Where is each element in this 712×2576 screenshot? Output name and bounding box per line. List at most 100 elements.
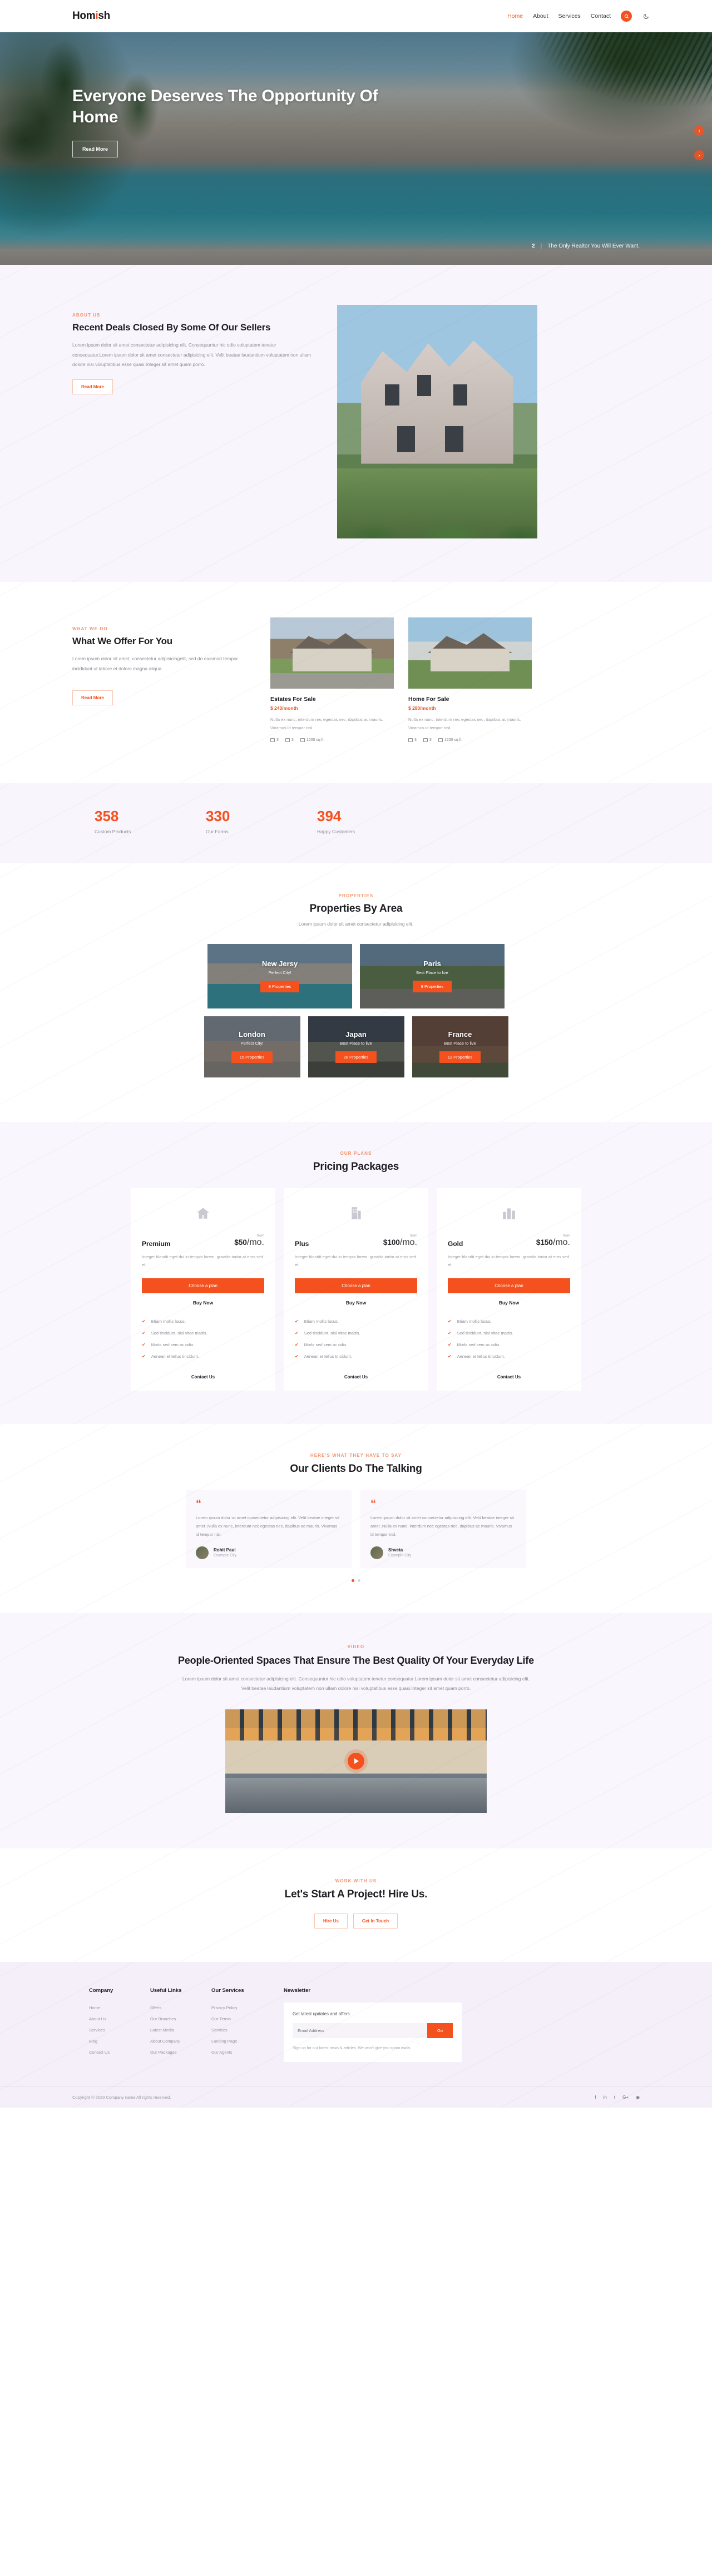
buy-now-link[interactable]: Buy Now xyxy=(193,1300,213,1306)
footer-link[interactable]: Services xyxy=(211,2025,273,2036)
area-card-japan[interactable]: Japan Best Place to live 28 Properties xyxy=(308,1016,404,1077)
area-tagline: Perfect City! xyxy=(268,970,291,975)
hero-slider: Everyone Deserves The Opportunity Of Hom… xyxy=(0,32,712,265)
main-nav: Home About Services Contact xyxy=(507,11,651,22)
logo-part-1: Hom xyxy=(72,10,96,22)
nav-item-home[interactable]: Home xyxy=(507,13,523,19)
twitter-icon[interactable]: t xyxy=(614,2095,615,2100)
buy-now-link[interactable]: Buy Now xyxy=(346,1300,366,1306)
buy-now-link[interactable]: Buy Now xyxy=(499,1300,519,1306)
footer-link[interactable]: Our Branches xyxy=(150,2014,211,2025)
logo-part-2: sh xyxy=(98,10,110,22)
property-card[interactable]: Estates For Sale $ 240/month Nulla ex nu… xyxy=(270,617,394,742)
get-in-touch-button[interactable]: Get In Touch xyxy=(353,1913,398,1929)
footer-link[interactable]: Privacy Policy xyxy=(211,2003,273,2014)
slider-next-button[interactable]: › xyxy=(694,150,704,160)
footer-link[interactable]: Blog xyxy=(89,2036,150,2047)
area-tagline: Best Place to live xyxy=(340,1041,372,1046)
plan-description: Integer blandit eget dui in tempor lorem… xyxy=(295,1254,417,1268)
hire-us-button[interactable]: Hire Us xyxy=(314,1913,348,1929)
moon-icon[interactable] xyxy=(642,12,651,21)
play-icon[interactable] xyxy=(348,1752,364,1769)
about-window xyxy=(453,384,467,406)
plan-feature-list: ✔ Etiam mollis lacus. ✔ Sed tincidunt, nis… xyxy=(295,1316,417,1362)
search-icon[interactable] xyxy=(621,11,632,22)
facebook-icon[interactable]: f xyxy=(595,2095,596,2100)
footer-link[interactable]: Offers xyxy=(150,2003,211,2014)
area-count-badge[interactable]: 12 Properties xyxy=(439,1051,481,1063)
contact-us-link[interactable]: Contact Us xyxy=(191,1374,215,1380)
contact-us-link[interactable]: Contact Us xyxy=(344,1374,368,1380)
cta-eyebrow: WORK WITH US xyxy=(335,1878,377,1883)
area-count-badge[interactable]: 15 Properties xyxy=(231,1051,273,1063)
choose-plan-button[interactable]: Choose a plan xyxy=(448,1278,570,1293)
nav-item-services[interactable]: Services xyxy=(558,13,581,19)
property-card[interactable]: Home For Sale $ 280/month Nulla ex nunc,… xyxy=(408,617,532,742)
bath-icon xyxy=(285,738,290,742)
about-read-more-button[interactable]: Read More xyxy=(72,379,113,394)
area-count-badge[interactable]: 28 Properties xyxy=(335,1051,377,1063)
about-body: Lorem ipsum dolor sit amet consectetur a… xyxy=(72,342,312,368)
plan-price: $50 xyxy=(234,1238,247,1247)
check-icon: ✔ xyxy=(448,1318,452,1324)
area-card-paris[interactable]: Paris Best Place to live 8 Properties xyxy=(360,943,505,1008)
property-image xyxy=(408,617,532,689)
site-header: Homish Home About Services Contact xyxy=(0,0,712,32)
offer-section: WHAT WE DO What We Offer For You Lorem i… xyxy=(0,582,712,783)
plan-feature: ✔ Morbi sed sem ac odio. xyxy=(295,1342,348,1347)
footer-link[interactable]: Landing Page xyxy=(211,2036,273,2047)
plan-feature: ✔ Aenean et tellus tincidunt. xyxy=(142,1353,199,1359)
nav-item-about[interactable]: About xyxy=(533,13,548,19)
offer-body: Lorem ipsum dolor sit amet, consectetur … xyxy=(72,656,238,671)
choose-plan-button[interactable]: Choose a plan xyxy=(295,1278,417,1293)
stat-item: 358 Custom Products xyxy=(95,809,206,834)
contact-us-link[interactable]: Contact Us xyxy=(497,1374,521,1380)
footer-link[interactable]: Our Agents xyxy=(211,2047,273,2058)
check-icon: ✔ xyxy=(448,1342,452,1347)
footer-link[interactable]: Contact Us xyxy=(89,2047,150,2058)
footer-link[interactable]: Latest Media xyxy=(150,2025,211,2036)
about-eyebrow: ABOUT US xyxy=(72,313,101,318)
pricing-card-gold: Gold from $150/mo. Integer blandit eget … xyxy=(437,1188,581,1391)
testimonial-quote: Lorem ipsum dolor sit amet consectetur a… xyxy=(370,1515,515,1537)
testimonial-author: Shveta xyxy=(388,1547,403,1553)
testimonial-card: “ Lorem ipsum dolor sit amet consectetur… xyxy=(360,1490,526,1568)
pagination-dot-1[interactable] xyxy=(352,1579,354,1582)
property-price: $ 240/month xyxy=(270,705,298,711)
footer-link[interactable]: About Us xyxy=(89,2014,150,2025)
newsletter-lead: Get latest updates and offers. xyxy=(293,2011,351,2016)
site-logo[interactable]: Homish xyxy=(72,10,110,22)
pricing-title: Pricing Packages xyxy=(313,1160,399,1173)
nav-item-contact[interactable]: Contact xyxy=(591,13,611,19)
footer-link[interactable]: Our Packages xyxy=(150,2047,211,2058)
footer-link[interactable]: Services xyxy=(89,2025,150,2036)
area-card-france[interactable]: France Best Place to live 12 Properties xyxy=(412,1016,508,1077)
google-plus-icon[interactable]: G+ xyxy=(622,2095,629,2100)
footer-link[interactable]: Our Terms xyxy=(211,2014,273,2025)
area-name: New Jersy xyxy=(261,960,298,968)
area-count-badge[interactable]: 8 Properties xyxy=(412,981,452,992)
check-icon: ✔ xyxy=(448,1353,452,1359)
instagram-icon[interactable]: ◉ xyxy=(636,2095,640,2100)
footer-link[interactable]: Home xyxy=(89,2003,150,2014)
area-count-badge[interactable]: 8 Properties xyxy=(260,981,300,992)
choose-plan-button[interactable]: Choose a plan xyxy=(142,1278,264,1293)
area-card-new-jersy[interactable]: New Jersy Perfect City! 8 Properties xyxy=(207,943,352,1008)
footer-link[interactable]: About Company xyxy=(150,2036,211,2047)
linkedin-icon[interactable]: in xyxy=(604,2095,607,2100)
stat-number: 358 xyxy=(95,808,119,824)
pagination-dot-2[interactable] xyxy=(358,1579,360,1582)
areas-title: Properties By Area xyxy=(309,903,403,914)
plan-price: $100 xyxy=(383,1238,400,1247)
area-row-top: New Jersy Perfect City! 8 Properties Par… xyxy=(0,943,712,1008)
plan-period: /mo. xyxy=(246,1237,264,1247)
about-window xyxy=(445,426,463,452)
slider-prev-button[interactable]: ‹ xyxy=(694,126,704,136)
hero-read-more-button[interactable]: Read More xyxy=(72,140,118,157)
area-card-london[interactable]: London Perfect City! 15 Properties xyxy=(204,1016,300,1077)
newsletter-email-input[interactable] xyxy=(293,2023,427,2038)
video-thumbnail[interactable] xyxy=(225,1709,487,1813)
areas-eyebrow: PROPERTIES xyxy=(338,893,374,898)
newsletter-submit-button[interactable]: Go xyxy=(427,2023,453,2038)
offer-read-more-button[interactable]: Read More xyxy=(72,690,113,706)
